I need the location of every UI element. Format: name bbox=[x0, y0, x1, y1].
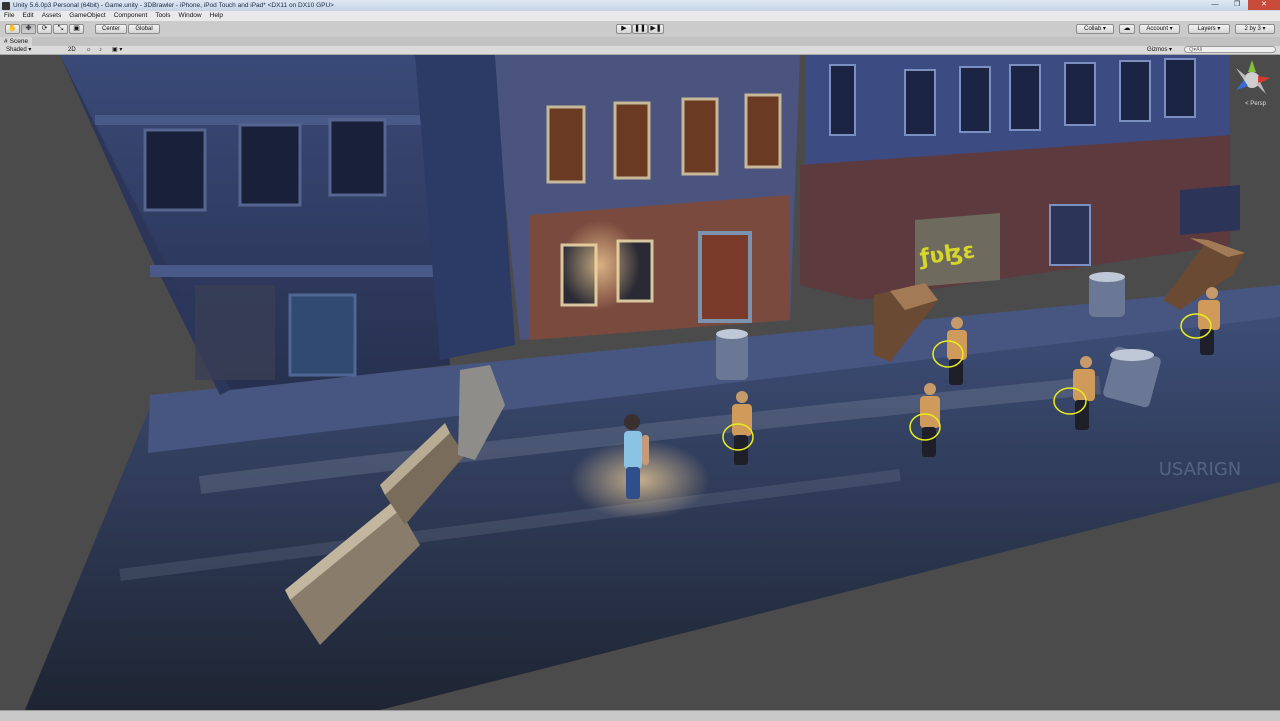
layers-dropdown[interactable]: Layers ▾ bbox=[1188, 24, 1230, 34]
search-input[interactable] bbox=[1184, 46, 1276, 53]
layout-dropdown[interactable]: 2 by 3 ▾ bbox=[1235, 24, 1275, 34]
menu-gameobject[interactable]: GameObject bbox=[65, 11, 110, 21]
menu-file[interactable]: File bbox=[0, 11, 18, 21]
hand-tool-button[interactable]: ✋ bbox=[5, 24, 20, 34]
menu-bar: File Edit Assets GameObject Component To… bbox=[0, 11, 1280, 21]
menu-tools[interactable]: Tools bbox=[151, 11, 174, 21]
rotate-tool-button[interactable]: ⟳ bbox=[37, 24, 52, 34]
close-button[interactable]: ✕ bbox=[1248, 0, 1280, 10]
pause-icon: ❚❚ bbox=[634, 25, 646, 32]
effects-dropdown[interactable]: ▣ ▾ bbox=[110, 46, 124, 54]
projection-label[interactable]: < Persp bbox=[1245, 101, 1266, 107]
cloud-icon: ☁ bbox=[1123, 25, 1131, 32]
minimize-button[interactable]: — bbox=[1204, 0, 1226, 10]
scene-render: ƒʋɮɛ USARIGN bbox=[0, 55, 1280, 710]
step-icon: ▶❚ bbox=[650, 25, 662, 32]
audio-toggle[interactable]: ♪ bbox=[97, 46, 104, 54]
effects-icon: ▣ ▾ bbox=[112, 47, 123, 53]
play-icon: ▶ bbox=[621, 25, 627, 32]
hand-icon: ✋ bbox=[8, 25, 17, 32]
window-title: Unity 5.6.0p3 Personal (64bit) - Game.un… bbox=[13, 2, 334, 9]
shading-mode-dropdown[interactable]: Shaded ▾ bbox=[4, 46, 33, 54]
watermark-text: USARIGN bbox=[1159, 459, 1241, 480]
pause-button[interactable]: ❚❚ bbox=[632, 24, 648, 34]
unity-logo-icon bbox=[2, 1, 10, 10]
status-bar bbox=[0, 710, 1280, 721]
move-tool-button[interactable]: ✥ bbox=[21, 24, 36, 34]
rect-tool-button[interactable]: ▣ bbox=[69, 24, 84, 34]
metal-barrel bbox=[1089, 272, 1125, 317]
menu-window[interactable]: Window bbox=[175, 11, 206, 21]
tab-scene-label: Scene bbox=[9, 38, 29, 45]
scale-icon: ⤡ bbox=[57, 25, 64, 32]
scale-tool-button[interactable]: ⤡ bbox=[53, 24, 68, 34]
maximize-button[interactable]: ❐ bbox=[1226, 0, 1248, 10]
scene-tab-bar: # Scene bbox=[0, 37, 1280, 46]
audio-icon: ♪ bbox=[99, 47, 102, 53]
lighting-toggle[interactable]: ☼ bbox=[84, 46, 94, 54]
move-icon: ✥ bbox=[25, 25, 32, 32]
scene-grid-icon: # bbox=[4, 38, 8, 45]
2d-toggle[interactable]: 2D bbox=[66, 46, 78, 54]
collab-dropdown[interactable]: Collab ▾ bbox=[1076, 24, 1114, 34]
menu-edit[interactable]: Edit bbox=[18, 11, 37, 21]
play-button[interactable]: ▶ bbox=[616, 24, 632, 34]
menu-component[interactable]: Component bbox=[110, 11, 152, 21]
metal-barrel bbox=[716, 329, 748, 380]
menu-assets[interactable]: Assets bbox=[38, 11, 66, 21]
main-toolbar: ✋ ✥ ⟳ ⤡ ▣ Center Global ▶ ❚❚ ▶❚ Collab ▾… bbox=[0, 21, 1280, 38]
rotate-icon: ⟳ bbox=[41, 25, 48, 32]
gizmos-dropdown[interactable]: Gizmos ▾ bbox=[1145, 46, 1174, 54]
step-button[interactable]: ▶❚ bbox=[648, 24, 664, 34]
tab-scene[interactable]: # Scene bbox=[0, 37, 33, 46]
rect-icon: ▣ bbox=[73, 25, 80, 32]
sun-icon: ☼ bbox=[86, 47, 92, 53]
pivot-global-button[interactable]: Global bbox=[128, 24, 160, 34]
menu-help[interactable]: Help bbox=[206, 11, 227, 21]
window-controls: — ❐ ✕ bbox=[1204, 0, 1280, 11]
center-building bbox=[490, 55, 800, 340]
scene-view-toolbar: Shaded ▾ 2D ☼ ♪ ▣ ▾ Gizmos ▾ bbox=[0, 46, 1280, 55]
cloud-button[interactable]: ☁ bbox=[1119, 24, 1135, 34]
scene-viewport[interactable]: ƒʋɮɛ USARIGN bbox=[0, 55, 1280, 710]
pivot-center-button[interactable]: Center bbox=[95, 24, 127, 34]
account-dropdown[interactable]: Account ▾ bbox=[1139, 24, 1180, 34]
